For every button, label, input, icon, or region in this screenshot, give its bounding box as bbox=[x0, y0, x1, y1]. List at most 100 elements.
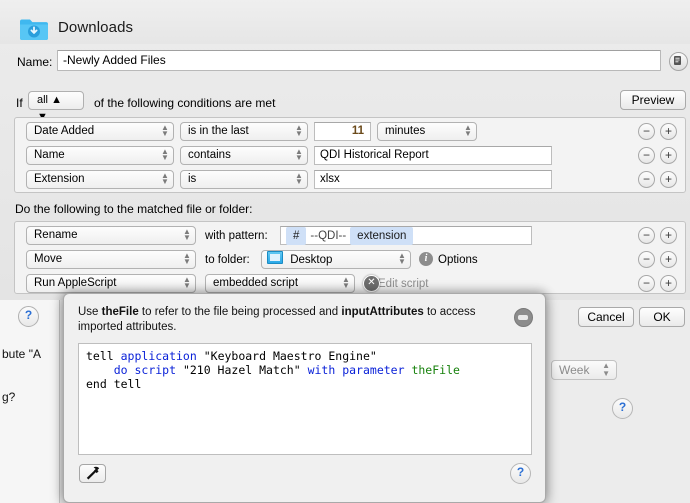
code-segment: end tell bbox=[86, 377, 142, 391]
code-segment: "Keyboard Maestro Engine" bbox=[196, 349, 377, 363]
condition-add-button[interactable]: + bbox=[660, 123, 677, 140]
chevron-updown-icon: ▲▼ bbox=[183, 227, 191, 242]
condition-row: Extension ▲ ▼ is ▲ ▼ xlsx − + bbox=[15, 166, 685, 190]
code-segment: "210 Hazel Match" bbox=[176, 363, 308, 377]
hint-prefix: Use bbox=[78, 306, 102, 318]
action-remove-button[interactable]: − bbox=[638, 251, 655, 268]
script-source-value: embedded script bbox=[213, 277, 299, 289]
background-week-select[interactable]: Week ▲ ▼ bbox=[551, 360, 617, 380]
destination-folder-select[interactable]: Desktop ▲ ▼ bbox=[261, 250, 411, 269]
condition-unit-value: minutes bbox=[385, 125, 426, 137]
preview-button[interactable]: Preview bbox=[620, 90, 686, 110]
action-row: Move ▲ ▼ to folder: Desktop ▲ ▼ i Options … bbox=[15, 246, 685, 270]
condition-value-input[interactable]: xlsx bbox=[314, 170, 552, 189]
ok-button[interactable]: OK bbox=[639, 307, 685, 327]
action-remove-button[interactable]: − bbox=[638, 275, 655, 292]
hammer-icon[interactable] bbox=[79, 464, 106, 483]
action-type-value: Rename bbox=[34, 229, 78, 241]
condition-attribute-value: Extension bbox=[34, 173, 85, 185]
if-suffix-label: of the following conditions are met bbox=[94, 96, 276, 110]
conditions-group: Date Added ▲ ▼ is in the last ▲ ▼ 11 minut… bbox=[14, 117, 686, 193]
folder-icon bbox=[267, 251, 283, 264]
if-label: If bbox=[16, 96, 23, 110]
page-title: Downloads bbox=[58, 19, 134, 36]
action-secondary-label: with pattern: bbox=[205, 230, 268, 242]
chevron-updown-icon: ▲▼ bbox=[161, 123, 169, 138]
condition-add-button[interactable]: + bbox=[660, 147, 677, 164]
name-input[interactable]: -Newly Added Files bbox=[57, 50, 661, 71]
condition-unit-select[interactable]: minutes ▲ ▼ bbox=[377, 122, 477, 141]
pattern-token[interactable]: # bbox=[286, 227, 307, 245]
actions-label: Do the following to the matched file or … bbox=[15, 202, 253, 216]
destination-folder-value: Desktop bbox=[290, 254, 333, 266]
downloads-folder-icon bbox=[20, 19, 48, 40]
pattern-token[interactable]: extension bbox=[350, 227, 414, 245]
condition-remove-button[interactable]: − bbox=[638, 123, 655, 140]
condition-attribute-select[interactable]: Name ▲ ▼ bbox=[26, 146, 174, 165]
chevron-updown-icon: ▲▼ bbox=[183, 251, 191, 266]
code-segment: theFile bbox=[411, 363, 460, 377]
action-type-select[interactable]: Rename ▲ ▼ bbox=[26, 226, 196, 245]
action-remove-button[interactable]: − bbox=[638, 227, 655, 244]
options-label[interactable]: Options bbox=[438, 254, 478, 266]
script-help-button[interactable]: ? bbox=[510, 463, 531, 484]
condition-value-input[interactable]: QDI Historical Report bbox=[314, 146, 552, 165]
condition-attribute-select[interactable]: Extension ▲ ▼ bbox=[26, 170, 174, 189]
name-label: Name: bbox=[17, 55, 53, 69]
condition-operator-select[interactable]: contains ▲ ▼ bbox=[180, 146, 308, 165]
chevron-updown-icon: ▲▼ bbox=[398, 251, 406, 266]
background-truncated-text-2: g? bbox=[2, 390, 16, 404]
chevron-updown-icon: ▲▼ bbox=[342, 275, 350, 290]
background-help-button-bottom[interactable]: ? bbox=[612, 398, 633, 419]
close-icon[interactable]: ✕ bbox=[363, 275, 380, 292]
chevron-updown-icon: ▲▼ bbox=[183, 275, 191, 290]
condition-operator-value: contains bbox=[188, 149, 231, 161]
condition-operator-value: is bbox=[188, 173, 197, 185]
condition-remove-button[interactable]: − bbox=[638, 171, 655, 188]
action-type-value: Run AppleScript bbox=[34, 277, 117, 289]
hint-middle: to refer to the file being processed and bbox=[138, 306, 342, 318]
info-icon[interactable]: i bbox=[419, 252, 433, 266]
rename-pattern-input[interactable]: # --QDI-- extension bbox=[280, 226, 532, 245]
chevron-updown-icon: ▲▼ bbox=[161, 147, 169, 162]
condition-operator-select[interactable]: is in the last ▲ ▼ bbox=[180, 122, 308, 141]
action-type-select[interactable]: Move ▲ ▼ bbox=[26, 250, 196, 269]
pattern-plain-text: --QDI-- bbox=[310, 230, 347, 242]
action-row: Rename ▲ ▼ with pattern: # --QDI-- extensio… bbox=[15, 222, 685, 246]
condition-attribute-value: Date Added bbox=[34, 125, 95, 137]
script-code-editor[interactable]: tell application "Keyboard Maestro Engin… bbox=[78, 343, 532, 455]
action-add-button[interactable]: + bbox=[660, 251, 677, 268]
condition-row: Name ▲ ▼ contains ▲ ▼ QDI Historical Repor… bbox=[15, 142, 685, 166]
action-add-button[interactable]: + bbox=[660, 275, 677, 292]
week-select-label: Week bbox=[559, 363, 590, 377]
chevron-updown-icon: ▲▼ bbox=[295, 171, 303, 186]
script-hint-text: Use theFile to refer to the file being p… bbox=[78, 305, 508, 335]
script-source-select[interactable]: embedded script ▲ ▼ bbox=[205, 274, 355, 293]
code-segment: with parameter bbox=[307, 363, 405, 377]
collapse-button-icon[interactable] bbox=[514, 308, 533, 327]
script-code-text: tell application "Keyboard Maestro Engin… bbox=[86, 349, 524, 391]
condition-operator-select[interactable]: is ▲ ▼ bbox=[180, 170, 308, 189]
code-segment: tell bbox=[86, 349, 121, 363]
chevron-updown-icon: ▲▼ bbox=[464, 123, 472, 138]
script-editor-sheet: Use theFile to refer to the file being p… bbox=[63, 293, 546, 503]
match-type-value: all bbox=[37, 94, 49, 106]
action-add-button[interactable]: + bbox=[660, 227, 677, 244]
chevron-updown-icon: ▲▼ bbox=[161, 171, 169, 186]
edit-script-label[interactable]: Edit script bbox=[378, 278, 429, 290]
condition-attribute-select[interactable]: Date Added ▲ ▼ bbox=[26, 122, 174, 141]
action-type-select[interactable]: Run AppleScript ▲ ▼ bbox=[26, 274, 196, 293]
condition-value-input[interactable]: 11 bbox=[314, 122, 371, 141]
action-row: Run AppleScript ▲ ▼ embedded script ▲ ▼ Ed… bbox=[15, 270, 685, 294]
match-type-select[interactable]: all ▲▼ bbox=[28, 91, 84, 123]
condition-remove-button[interactable]: − bbox=[638, 147, 655, 164]
chevron-updown-icon: ▲▼ bbox=[295, 123, 303, 138]
condition-row: Date Added ▲ ▼ is in the last ▲ ▼ 11 minut… bbox=[15, 118, 685, 142]
condition-add-button[interactable]: + bbox=[660, 171, 677, 188]
note-document-icon[interactable] bbox=[669, 52, 688, 71]
cancel-button[interactable]: Cancel bbox=[578, 307, 634, 327]
background-truncated-text-1: bute "A bbox=[2, 347, 41, 361]
background-help-button-top[interactable]: ? bbox=[18, 306, 39, 327]
action-secondary-label: to folder: bbox=[205, 254, 250, 266]
